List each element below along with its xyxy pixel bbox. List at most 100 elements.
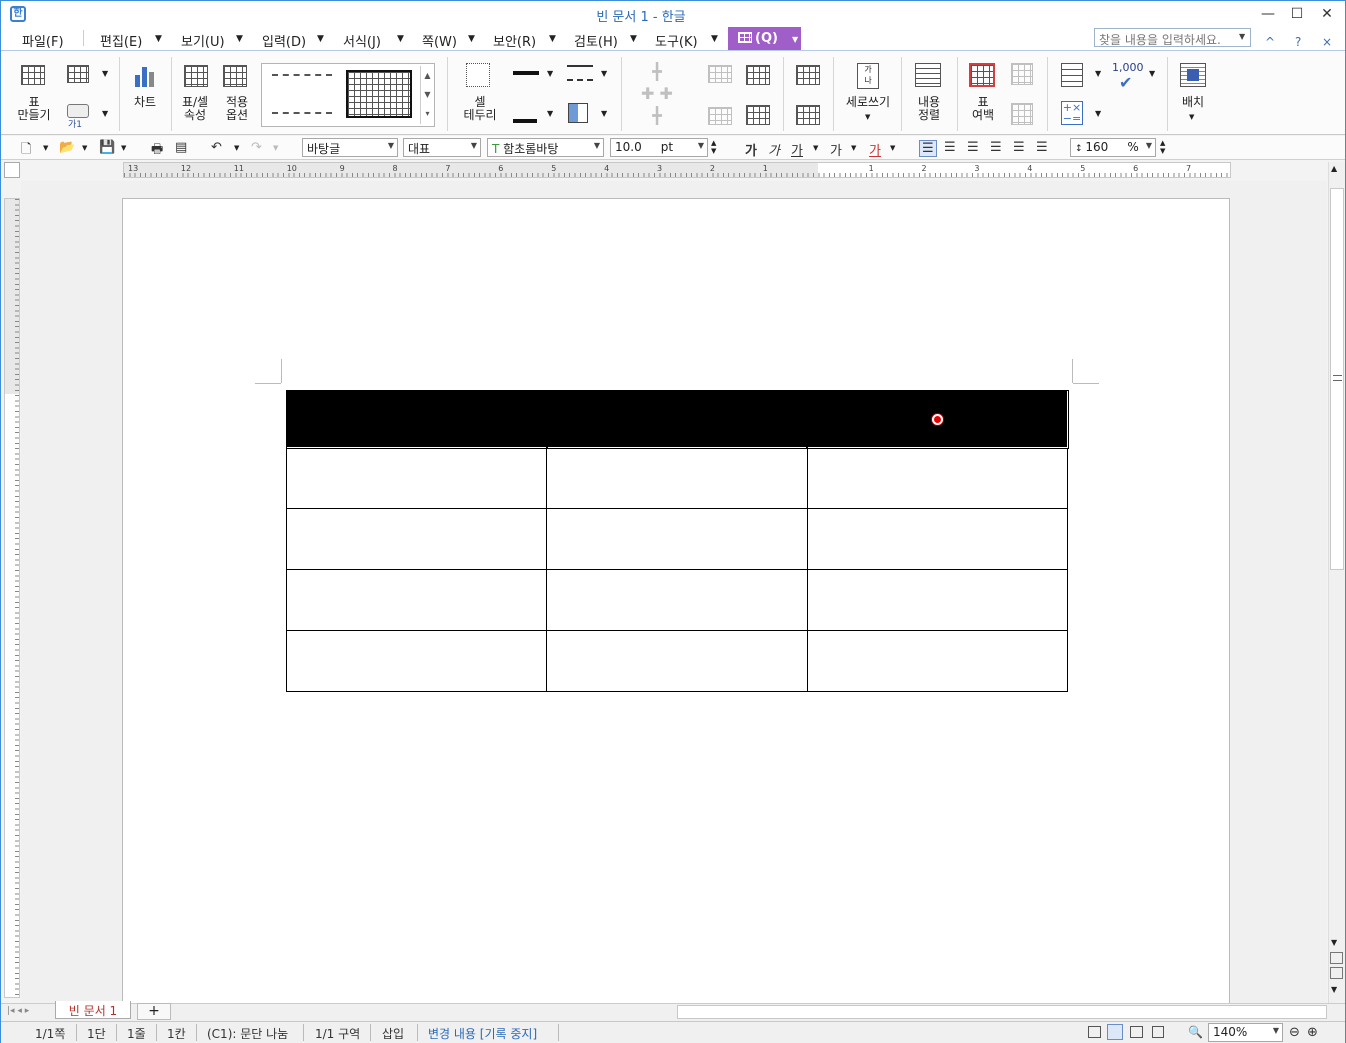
align-center-icon[interactable]: ☰ <box>967 140 979 155</box>
save-icon[interactable]: 💾 <box>99 140 115 155</box>
table-style-gallery[interactable]: ▲ ▼ ▾ <box>261 63 435 127</box>
font-select[interactable]: T 함초롬바탕 ▼ <box>487 138 604 157</box>
table-margin-button[interactable]: 표 여백 <box>961 96 1005 122</box>
border-color-icon[interactable] <box>513 71 539 75</box>
vertical-writing-button[interactable]: 세로쓰기 <box>841 96 895 109</box>
align-divide-icon[interactable]: ☰ <box>1036 140 1048 155</box>
formula-icon[interactable]: +× −= <box>1061 101 1083 125</box>
chevron-down-icon[interactable]: ▼ <box>851 144 856 152</box>
font-size-select[interactable]: 10.0 pt ▼ <box>610 138 708 157</box>
italic-button[interactable]: 가 <box>768 140 780 159</box>
chevron-down-icon[interactable]: ▼ <box>102 109 108 118</box>
table-cell[interactable] <box>285 389 548 449</box>
table-cell[interactable] <box>546 447 808 509</box>
chart-button[interactable]: 차트 <box>127 96 163 109</box>
style-preview-grid[interactable] <box>346 70 412 118</box>
menu-view-dropdown-icon[interactable]: ▼ <box>236 34 243 44</box>
content-align-button[interactable]: 내용 정렬 <box>907 96 951 122</box>
arrange-icon[interactable] <box>1180 63 1206 87</box>
menu-file[interactable]: 파일(F) <box>22 31 64 50</box>
chevron-down-icon[interactable]: ▼ <box>1095 69 1101 78</box>
view-single-icon[interactable] <box>1152 1026 1164 1038</box>
ruler-corner-button[interactable] <box>4 162 20 178</box>
cell-edit-icon[interactable] <box>67 65 89 83</box>
open-folder-icon[interactable]: 📂 <box>59 140 75 155</box>
chevron-down-icon[interactable]: ▼ <box>890 144 895 152</box>
search-input[interactable]: 찾을 내용을 입력하세요. <box>1094 28 1251 47</box>
chevron-down-icon[interactable]: ▼ <box>1149 69 1155 78</box>
menu-security[interactable]: 보안(R) <box>493 31 536 50</box>
chevron-down-icon[interactable]: ▼ <box>792 35 798 44</box>
spin-icon[interactable]: ▲ ▼ <box>711 139 716 155</box>
menu-edit[interactable]: 편집(E) <box>100 31 142 50</box>
close-button[interactable]: ✕ <box>1314 5 1340 23</box>
font-color-button[interactable]: 가 <box>869 140 881 159</box>
page-select-icon[interactable] <box>1330 967 1343 979</box>
zoom-icon[interactable]: 🔍 <box>1188 1025 1203 1039</box>
menu-review-dropdown-icon[interactable]: ▼ <box>630 34 637 44</box>
menu-format[interactable]: 서식(J) <box>343 31 381 50</box>
table-make-button[interactable]: 표 만들기 <box>11 96 57 122</box>
align-distribute-icon[interactable]: ☰ <box>1013 140 1025 155</box>
table-cell[interactable] <box>285 447 548 509</box>
table-cell[interactable] <box>546 569 808 631</box>
chevron-down-icon[interactable]: ▼ <box>82 144 87 152</box>
vertical-ruler[interactable] <box>4 198 20 998</box>
print-preview-icon[interactable]: ▤ <box>175 140 187 155</box>
split-cell-icon[interactable] <box>746 65 770 85</box>
zoom-select[interactable]: 140% ▼ <box>1208 1023 1283 1042</box>
table-cell[interactable] <box>546 508 808 570</box>
table-properties-button[interactable]: 표/셀 속성 <box>175 96 215 122</box>
menu-security-dropdown-icon[interactable]: ▼ <box>549 34 556 44</box>
language-select[interactable]: 대표 ▼ <box>403 138 481 157</box>
horizontal-scroll-thumb[interactable] <box>677 1005 1327 1019</box>
fill-color-icon[interactable] <box>513 109 537 123</box>
chevron-down-icon[interactable]: ▼ <box>865 113 870 121</box>
maximize-button[interactable]: ☐ <box>1284 5 1310 23</box>
arrange-button[interactable]: 배치 <box>1171 96 1215 109</box>
cell-border-button[interactable]: 셀 테두리 <box>456 96 504 122</box>
scroll-up-icon[interactable]: ▲ <box>1331 164 1337 173</box>
spin-icon[interactable]: ▲ ▼ <box>1160 139 1165 155</box>
calc-icon[interactable] <box>1061 63 1083 87</box>
chevron-down-icon[interactable]: ▼ <box>601 109 607 118</box>
help-button[interactable]: ? <box>1295 35 1301 49</box>
add-tab-button[interactable]: + <box>137 1003 171 1020</box>
scroll-down-icon[interactable]: ▼ <box>1331 938 1337 947</box>
style-select[interactable]: 바탕글 ▼ <box>302 138 398 157</box>
status-insert-mode[interactable]: 삽입 <box>382 1025 404 1042</box>
chevron-down-icon[interactable]: ▼ <box>234 144 239 152</box>
menu-format-dropdown-icon[interactable]: ▼ <box>397 34 404 44</box>
zoom-in-icon[interactable]: ⊕ <box>1307 1025 1318 1040</box>
apply-options-icon[interactable] <box>223 65 247 87</box>
ribbon-collapse-button[interactable]: ^ <box>1265 35 1275 49</box>
prev-page-icon[interactable] <box>1330 952 1343 964</box>
vertical-writing-icon[interactable]: 가나 <box>857 63 879 89</box>
chevron-down-icon[interactable]: ▼ <box>1095 109 1101 118</box>
table-margin-icon[interactable] <box>969 63 995 87</box>
next-page-icon[interactable]: ▼ <box>1331 985 1337 994</box>
new-document-icon[interactable]: 🗋 <box>21 140 31 162</box>
chart-icon[interactable] <box>133 65 157 87</box>
table-cell[interactable] <box>806 630 1069 692</box>
view-fullscreen-icon[interactable] <box>1088 1026 1101 1038</box>
minimize-button[interactable]: — <box>1255 5 1281 23</box>
menu-page-dropdown-icon[interactable]: ▼ <box>468 34 475 44</box>
table-make-icon[interactable] <box>21 65 45 85</box>
checkmark-icon[interactable]: ✔ <box>1119 73 1132 92</box>
document-table[interactable] <box>285 389 1069 692</box>
table-cell[interactable] <box>285 630 548 692</box>
chevron-down-icon[interactable]: ▼ <box>102 69 108 78</box>
zoom-out-icon[interactable]: ⊖ <box>1289 1025 1300 1040</box>
menu-review[interactable]: 검토(H) <box>574 31 618 50</box>
gallery-scroll-icon[interactable]: ▲ ▼ ▾ <box>420 66 434 124</box>
column-equal-icon[interactable] <box>796 105 820 125</box>
table-cell[interactable] <box>285 569 548 631</box>
caption-icon[interactable] <box>67 104 89 118</box>
table-cell[interactable] <box>806 508 1069 570</box>
style-preview-dashed[interactable] <box>272 74 332 114</box>
border-style-icon[interactable] <box>567 65 593 81</box>
menu-input-dropdown-icon[interactable]: ▼ <box>317 34 324 44</box>
chevron-down-icon[interactable]: ▼ <box>547 109 553 118</box>
menu-page[interactable]: 쪽(W) <box>422 31 457 50</box>
